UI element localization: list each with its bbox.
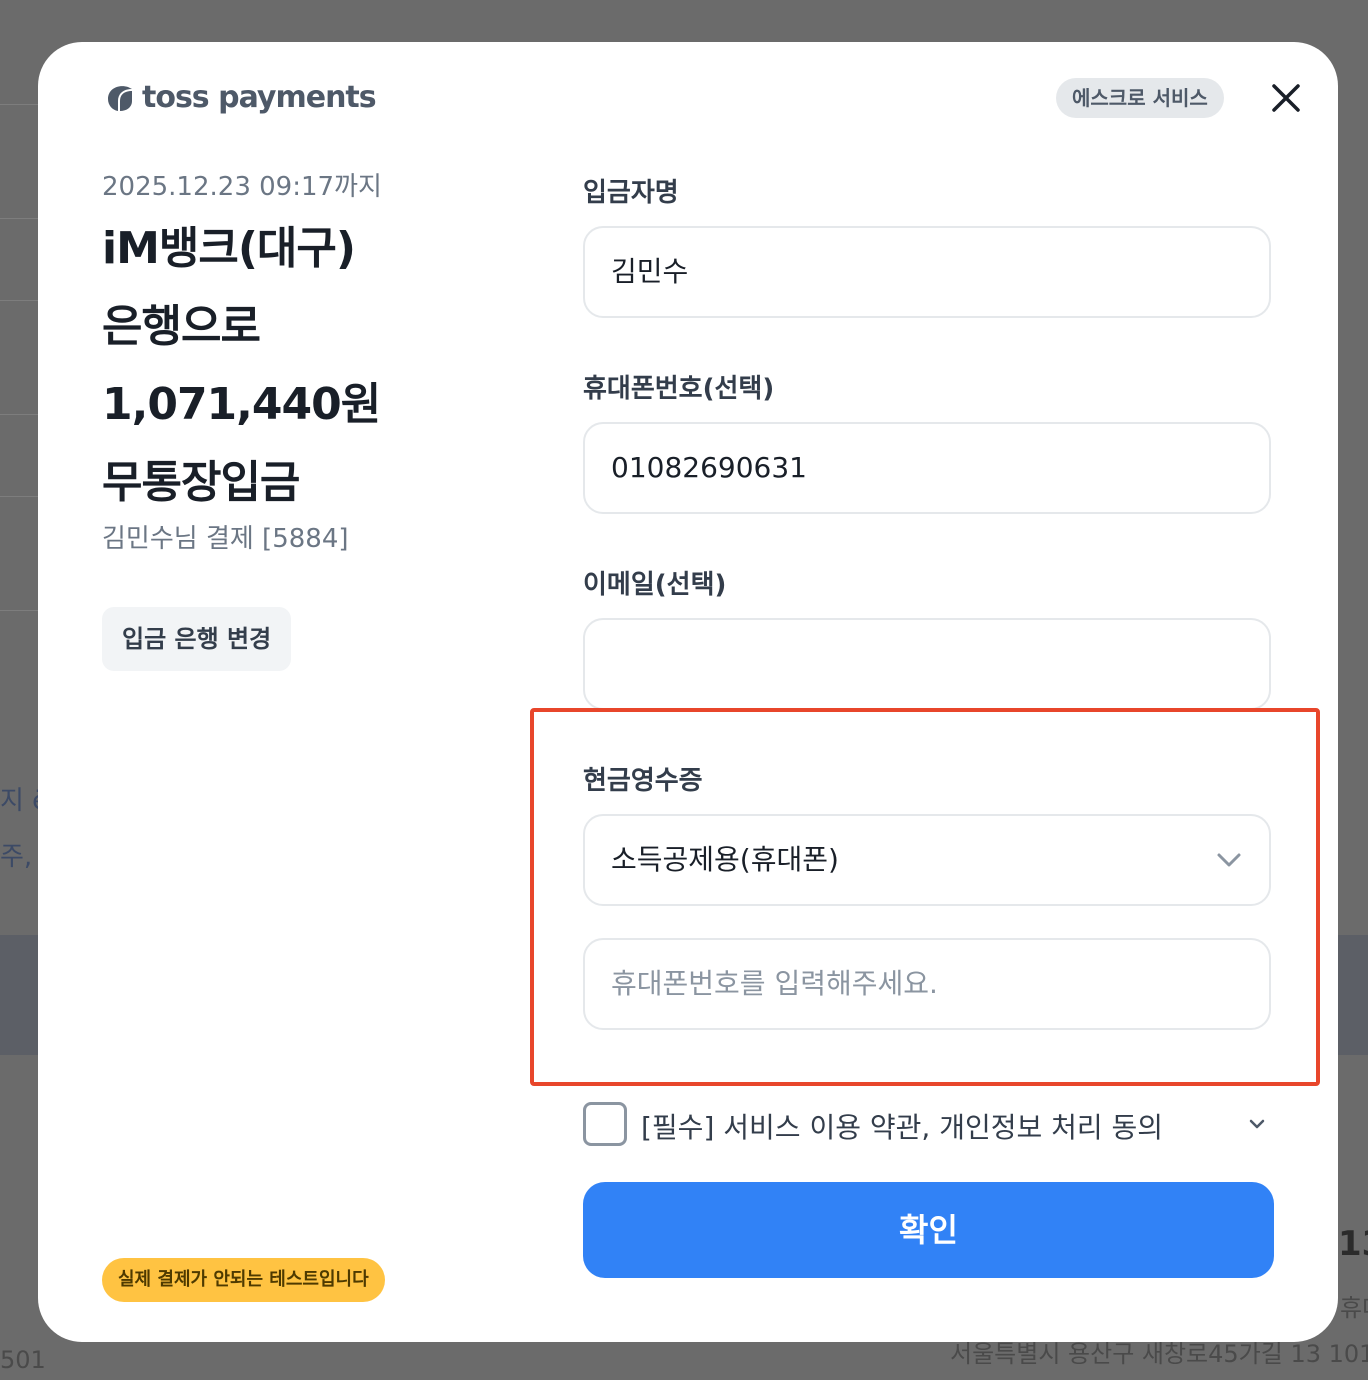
terms-agree-label[interactable]: [필수] 서비스 이용 약관, 개인정보 처리 동의 <box>641 1106 1163 1146</box>
bg-divider <box>0 218 40 219</box>
chevron-down-icon[interactable] <box>1247 1116 1267 1132</box>
toss-logo-icon <box>108 85 132 111</box>
bg-divider <box>0 610 40 611</box>
headline-line2: 은행으로 <box>102 301 261 352</box>
cash-receipt-label: 현금영수증 <box>583 766 703 796</box>
chevron-down-icon <box>1217 853 1241 867</box>
confirm-button[interactable]: 확인 <box>583 1182 1274 1278</box>
test-mode-badge: 실제 결제가 안되는 테스트입니다 <box>102 1258 385 1302</box>
cash-receipt-phone-input[interactable]: 휴대폰번호를 입력해주세요. <box>583 938 1271 1030</box>
headline-bank: iM뱅크(대구) <box>102 223 356 274</box>
change-bank-button[interactable]: 입금 은행 변경 <box>102 607 292 671</box>
email-label: 이메일(선택) <box>583 570 727 600</box>
bg-text: 501 <box>0 1346 46 1374</box>
payment-modal: toss payments 에스크로 서비스 2025.12.23 09:17까… <box>38 42 1338 1342</box>
cash-receipt-type-select[interactable]: 소득공제용(휴대폰) <box>583 814 1271 906</box>
terms-agree-row: [필수] 서비스 이용 약관, 개인정보 처리 동의 <box>583 1102 1271 1150</box>
phone-input[interactable]: 01082690631 <box>583 422 1271 514</box>
terms-agree-checkbox[interactable] <box>583 1102 627 1146</box>
depositor-label: 입금자명 <box>583 178 679 208</box>
bg-divider <box>0 496 40 497</box>
bg-divider <box>0 300 40 301</box>
deposit-deadline: 2025.12.23 09:17까지 <box>102 172 382 202</box>
payer-info: 김민수님 결제 [5884] <box>102 524 349 554</box>
bg-divider <box>0 104 40 105</box>
bg-text: 휴대 <box>1340 1294 1368 1322</box>
depositor-input[interactable]: 김민수 <box>583 226 1271 318</box>
email-input[interactable] <box>583 618 1271 710</box>
logo-text: toss payments <box>142 80 377 115</box>
bg-divider <box>0 414 40 415</box>
phone-label: 휴대폰번호(선택) <box>583 374 775 404</box>
toss-payments-logo: toss payments <box>102 80 377 115</box>
payment-headline: iM뱅크(대구) 은행으로 1,071,440원 무통장입금 <box>102 210 482 522</box>
escrow-badge[interactable]: 에스크로 서비스 <box>1056 78 1224 118</box>
bg-text: 13 <box>1338 1224 1368 1264</box>
cash-receipt-type-value: 소득공제용(휴대폰) <box>611 843 839 876</box>
headline-amount: 1,071,440원 <box>102 379 381 430</box>
headline-method: 무통장입금 <box>102 457 300 508</box>
close-icon[interactable] <box>1266 78 1306 118</box>
